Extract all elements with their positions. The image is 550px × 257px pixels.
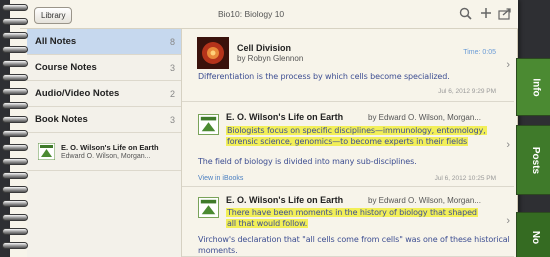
sidebar-item-book[interactable]: E. O. Wilson's Life on Earth Edward O. W… xyxy=(27,133,181,171)
search-icon[interactable] xyxy=(458,7,472,21)
comment-line: Virchow's declaration that "all cells co… xyxy=(198,235,510,244)
chevron-right-icon: › xyxy=(506,139,510,151)
list-item[interactable]: E. O. Wilson's Life on Earth by Edward O… xyxy=(182,187,514,257)
highlight-line: Biologists focus on specific disciplines… xyxy=(226,126,487,135)
note-author: by Edward O. Wilson, Morgan... xyxy=(368,196,481,205)
spiral-binding xyxy=(0,0,30,257)
note-comment: The field of biology is divided into man… xyxy=(198,157,417,166)
notes-app-window: Library Bio10: Biology 10 All Notes 8 Co… xyxy=(0,0,550,257)
sidebar-item-count: 3 xyxy=(169,63,175,73)
tab-posts[interactable]: Posts xyxy=(516,125,550,195)
list-item[interactable]: E. O. Wilson's Life on Earth by Edward O… xyxy=(182,102,514,187)
note-highlight: Biologists focus on specific disciplines… xyxy=(226,125,487,147)
chevron-right-icon: › xyxy=(506,215,510,227)
note-text: Differentiation is the process by which … xyxy=(198,72,450,81)
book-cover-icon xyxy=(38,143,55,160)
note-highlight: There have been moments in the history o… xyxy=(226,207,478,229)
top-toolbar: Library Bio10: Biology 10 xyxy=(20,0,518,29)
add-icon[interactable] xyxy=(479,7,493,21)
page-title: Bio10: Biology 10 xyxy=(218,9,285,19)
sidebar-item-audio-video-notes[interactable]: Audio/Video Notes 2 xyxy=(27,81,181,107)
sidebar: All Notes 8 Course Notes 3 Audio/Video N… xyxy=(27,29,182,257)
note-title: Cell Division xyxy=(237,43,292,53)
comment-line: moments. xyxy=(198,246,238,255)
sidebar-item-course-notes[interactable]: Course Notes 3 xyxy=(27,55,181,81)
book-cover-icon xyxy=(198,114,219,135)
tab-label: Info xyxy=(530,77,542,97)
view-in-ibooks-link[interactable]: View in iBooks xyxy=(198,175,243,182)
sidebar-item-book-notes[interactable]: Book Notes 3 xyxy=(27,107,181,133)
note-comment: Virchow's declaration that "all cells co… xyxy=(198,234,510,256)
highlight-line: There have been moments in the history o… xyxy=(226,208,478,217)
sidebar-item-label: Course Notes xyxy=(35,62,97,73)
share-icon[interactable] xyxy=(498,7,512,21)
sidebar-item-label: Audio/Video Notes xyxy=(35,88,120,99)
sidebar-item-label: All Notes xyxy=(35,36,77,47)
notes-list: Cell Division by Robyn Glennon Time: 0:0… xyxy=(182,29,514,257)
tab-notes[interactable]: No xyxy=(516,212,550,257)
note-date: Jul 6, 2012 9:29 PM xyxy=(438,88,496,95)
book-author: Edward O. Wilson, Morgan... xyxy=(61,153,151,160)
video-thumbnail-icon xyxy=(197,37,229,69)
book-cover-icon xyxy=(198,197,219,218)
highlight-line: forensic science, genomics—to become exp… xyxy=(226,137,469,146)
sidebar-item-count: 3 xyxy=(169,115,175,125)
note-title: E. O. Wilson's Life on Earth xyxy=(226,195,344,205)
list-item[interactable]: Cell Division by Robyn Glennon Time: 0:0… xyxy=(182,29,514,102)
sidebar-item-label: Book Notes xyxy=(35,114,88,125)
note-title: E. O. Wilson's Life on Earth xyxy=(226,112,344,122)
book-title: E. O. Wilson's Life on Earth xyxy=(61,143,159,152)
sidebar-item-all-notes[interactable]: All Notes 8 xyxy=(27,29,181,55)
sidebar-item-count: 8 xyxy=(169,37,175,47)
note-time: Time: 0:05 xyxy=(463,49,496,56)
tab-label: No xyxy=(530,230,542,244)
tab-info[interactable]: Info xyxy=(516,58,550,116)
note-date: Jul 6, 2012 10:25 PM xyxy=(434,175,496,182)
tab-label: Posts xyxy=(530,146,542,174)
library-button[interactable]: Library xyxy=(34,7,73,24)
sidebar-item-count: 2 xyxy=(169,89,175,99)
highlight-line: all that would follow. xyxy=(226,219,309,228)
note-author: by Robyn Glennon xyxy=(237,54,304,63)
chevron-right-icon: › xyxy=(506,59,510,71)
note-author: by Edward O. Wilson, Morgan... xyxy=(368,113,481,122)
